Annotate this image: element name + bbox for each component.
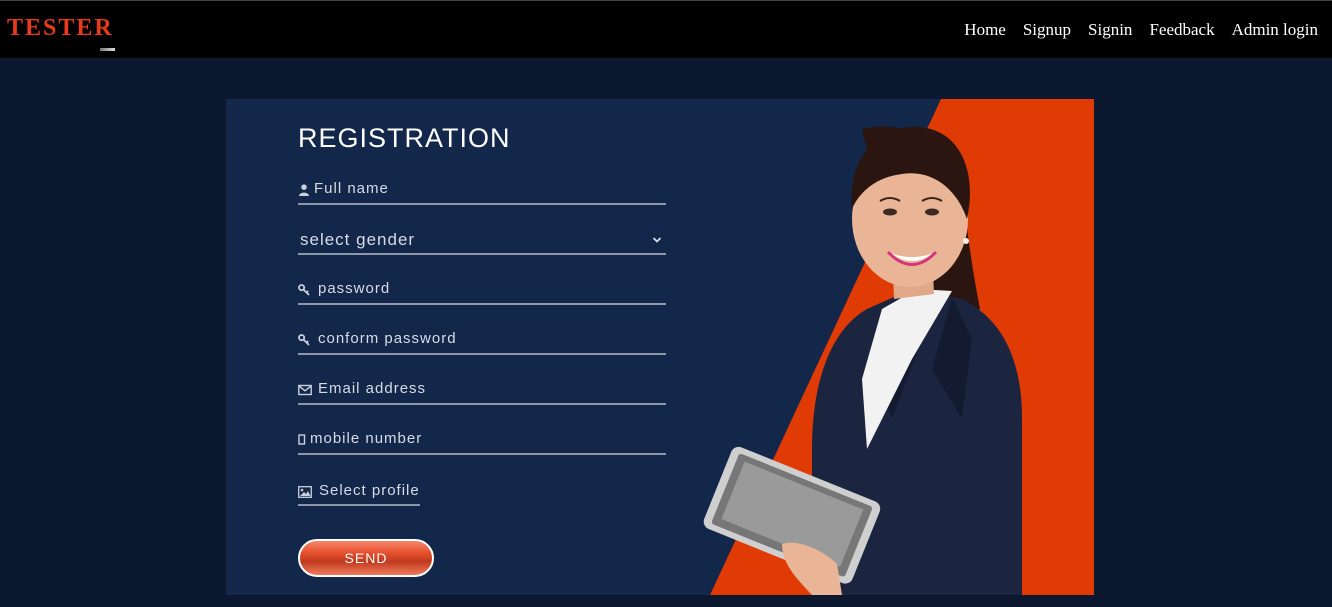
confirm-password-placeholder: conform password	[318, 330, 457, 347]
select-profile-label: Select profile	[319, 482, 420, 499]
nav-signin[interactable]: Signin	[1088, 20, 1132, 40]
registration-card: REGISTRATION Full name select gender pas…	[226, 99, 1094, 595]
full-name-field[interactable]: Full name	[298, 177, 666, 205]
mobile-icon	[298, 434, 306, 445]
gender-select-value: select gender	[300, 230, 416, 249]
envelope-icon	[298, 384, 312, 396]
password-field[interactable]: password	[298, 277, 666, 305]
confirm-password-field[interactable]: conform password	[298, 327, 666, 355]
gender-select[interactable]: select gender	[298, 225, 666, 255]
chevron-down-icon	[652, 237, 662, 243]
password-placeholder: password	[318, 280, 391, 297]
nav-links: Home Signup Signin Feedback Admin login	[964, 20, 1318, 40]
nav-feedback[interactable]: Feedback	[1149, 20, 1214, 40]
navbar: TESTER Home Signup Signin Feedback Admin…	[0, 0, 1332, 58]
full-name-placeholder: Full name	[314, 180, 389, 197]
nav-admin-login[interactable]: Admin login	[1232, 20, 1318, 40]
mobile-field[interactable]: mobile number	[298, 427, 666, 455]
email-placeholder: Email address	[318, 380, 427, 397]
key-icon	[298, 334, 310, 346]
nav-home[interactable]: Home	[964, 20, 1006, 40]
user-icon	[299, 184, 309, 196]
brand-underline	[100, 48, 115, 51]
key-icon	[298, 284, 310, 296]
registration-form: REGISTRATION Full name select gender pas…	[298, 123, 666, 577]
mobile-placeholder: mobile number	[310, 430, 423, 447]
businesswoman-with-tablet-image	[703, 126, 1022, 595]
nav-signup[interactable]: Signup	[1023, 20, 1071, 40]
image-icon	[298, 486, 312, 498]
email-field[interactable]: Email address	[298, 377, 666, 405]
send-button[interactable]: SEND	[298, 539, 434, 577]
form-title: REGISTRATION	[298, 123, 511, 153]
brand-logo[interactable]: TESTER	[7, 15, 114, 42]
select-profile-button[interactable]: Select profile	[298, 479, 420, 506]
